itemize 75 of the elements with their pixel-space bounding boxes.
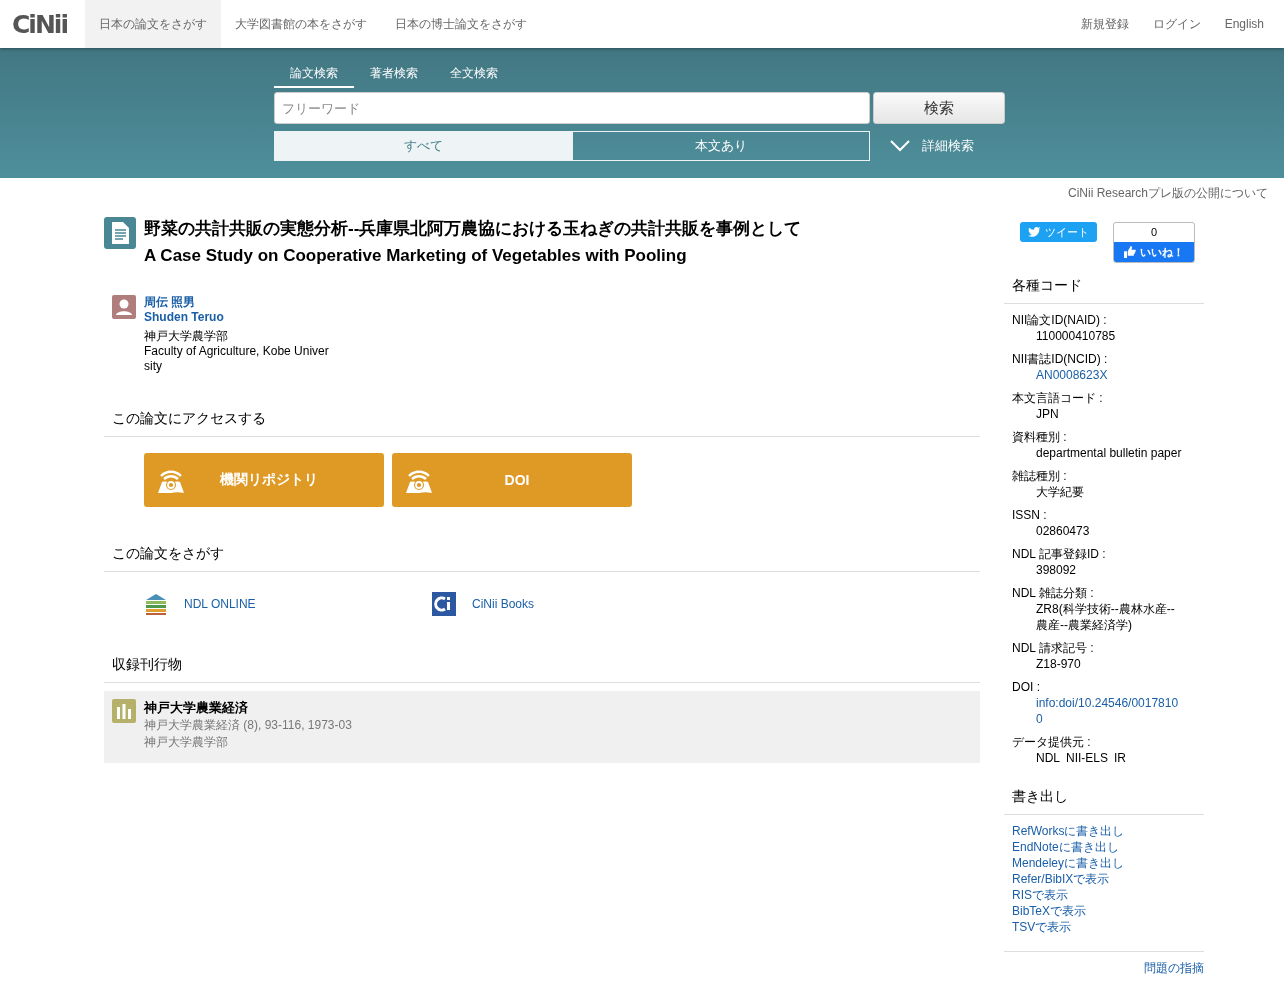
provider: IR	[1114, 750, 1127, 766]
export-link[interactable]: RISで表示	[1012, 887, 1196, 903]
logo[interactable]: CiNii	[0, 0, 85, 48]
bar-chart-icon	[112, 699, 136, 723]
advanced-search-link[interactable]: 詳細検索	[890, 137, 974, 155]
like-widget[interactable]: 0 いいね！	[1113, 222, 1195, 263]
code-value: ZR8(科学技術--農林水産--農産--農業経済学)	[1036, 601, 1176, 633]
avatar-icon	[112, 295, 136, 319]
thumbs-up-icon	[1124, 246, 1136, 258]
section-heading: 各種コード	[1004, 277, 1204, 304]
journal-publisher: 神戸大学農学部	[144, 734, 229, 751]
section-heading: この論文にアクセスする	[104, 410, 980, 437]
code-label: ISSN :	[1012, 507, 1048, 523]
header-link[interactable]: 新規登録	[1068, 0, 1141, 48]
export-link[interactable]: Refer/BibIXで表示	[1012, 871, 1196, 887]
code-value: 02860473	[1036, 523, 1091, 539]
code-label: NDL 記事登録ID :	[1012, 546, 1107, 562]
article-title-english: A Case Study on Cooperative Marketing of Vegetables with Pooling	[144, 245, 688, 267]
provider: NII-ELS	[1066, 750, 1109, 766]
nav-tab[interactable]: 大学図書館の本をさがす	[221, 0, 381, 48]
author-name[interactable]: 周伝 照男	[144, 295, 334, 310]
search-tab[interactable]: 論文検索	[274, 62, 354, 88]
header-link[interactable]: ログイン	[1140, 0, 1213, 48]
like-count: 0	[1149, 225, 1159, 240]
code-label: 本文言語コード :	[1012, 390, 1104, 406]
code-value: 大学紀要	[1036, 484, 1085, 500]
like-button[interactable]: いいね！	[1114, 242, 1194, 262]
code-value: 398092	[1036, 562, 1078, 578]
section-heading: 収録刊行物	[104, 656, 980, 683]
code-label: 雑誌種別 :	[1012, 468, 1068, 484]
report-link[interactable]: 問題の指摘	[1004, 960, 1204, 977]
layers-icon	[144, 592, 168, 616]
code-label: NII論文ID(NAID) :	[1012, 312, 1108, 328]
header-link[interactable]: English	[1212, 0, 1284, 48]
code-link[interactable]: info:doi/10.24546/00178100	[1036, 695, 1184, 727]
code-label: NDL 雑誌分類 :	[1012, 585, 1095, 601]
code-link[interactable]: AN0008623X	[1036, 367, 1184, 383]
provider: NDL	[1036, 750, 1060, 766]
filter-tab[interactable]: 本文あり	[572, 131, 870, 161]
article-title: 野菜の共計共販の実態分析--兵庫県北阿万農協における玉ねぎの共計共販を事例として	[144, 218, 802, 240]
search-tab[interactable]: 全文検索	[434, 62, 514, 88]
code-value: 110000410785	[1036, 328, 1117, 344]
export-link[interactable]: Mendeleyに書き出し	[1012, 855, 1196, 871]
section-heading: この論文をさがす	[104, 545, 980, 572]
export-link[interactable]: TSVで表示	[1012, 919, 1196, 935]
code-value: departmental bulletin paper	[1036, 445, 1183, 461]
export-link[interactable]: EndNoteに書き出し	[1012, 839, 1196, 855]
search-link[interactable]: CiNii Books	[432, 592, 720, 616]
search-button[interactable]: 検索	[873, 92, 1005, 124]
document-icon	[104, 217, 136, 249]
journal-citation: 神戸大学農業経済 (8), 93-116, 1973-03	[144, 717, 352, 734]
code-label: 資料種別 :	[1012, 429, 1068, 445]
search-link[interactable]: NDL ONLINE	[144, 592, 432, 616]
code-label: データ提供元 :	[1012, 734, 1092, 750]
filter-tab[interactable]: すべて	[274, 131, 572, 161]
book-logo-icon	[432, 592, 456, 616]
code-label: DOI :	[1012, 679, 1041, 695]
bird-icon	[1028, 226, 1041, 238]
search-field[interactable]: フリーワード	[274, 92, 870, 124]
nav-tab[interactable]: 日本の博士論文をさがす	[381, 0, 541, 48]
affiliation: 神戸大学農学部	[144, 329, 229, 344]
code-value: JPN	[1036, 406, 1060, 422]
code-label: NII書誌ID(NCID) :	[1012, 351, 1109, 367]
export-link[interactable]: RefWorksに書き出し	[1012, 823, 1196, 839]
notice-link[interactable]: CiNii Researchプレ版の公開について	[1067, 185, 1268, 215]
code-value: Z18-970	[1036, 656, 1082, 672]
author-name-english[interactable]: Shuden Teruo	[144, 310, 334, 325]
export-link[interactable]: BibTeXで表示	[1012, 903, 1196, 919]
nav-tab[interactable]: 日本の論文をさがす	[85, 0, 221, 48]
journal-title[interactable]: 神戸大学農業経済	[144, 699, 352, 717]
code-label: NDL 請求記号 :	[1012, 640, 1095, 656]
chevron-down-icon	[890, 140, 910, 152]
affiliation-english: Faculty of Agriculture, Kobe University	[144, 344, 330, 374]
section-heading: 書き出し	[1004, 788, 1204, 815]
search-tab[interactable]: 著者検索	[354, 62, 434, 88]
